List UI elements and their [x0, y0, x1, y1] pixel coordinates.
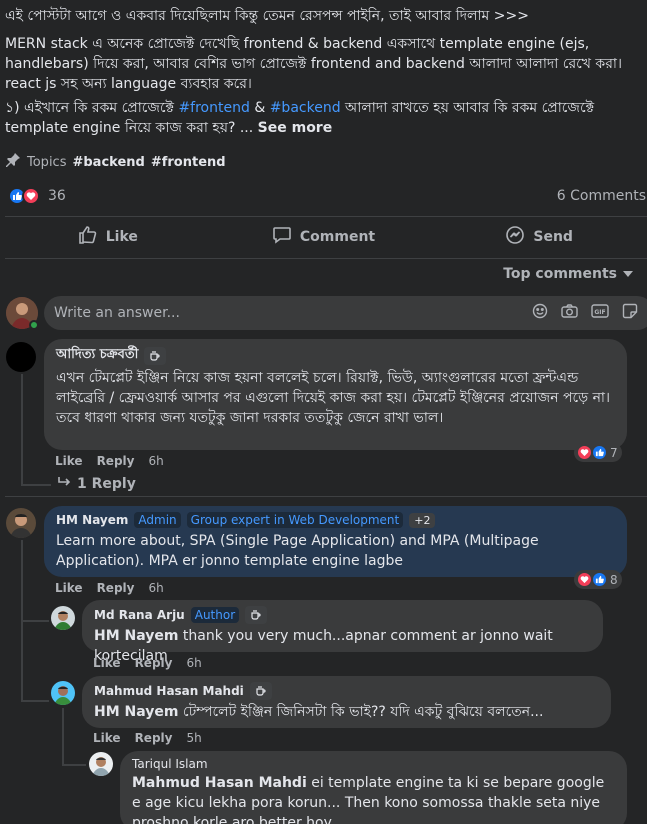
- reply-author[interactable]: Md Rana Arju: [94, 608, 185, 622]
- reply-text: Mahmud Hasan Mahdi ei template engine ta…: [132, 775, 605, 824]
- replier-avatar[interactable]: [51, 606, 75, 630]
- comment-like-link[interactable]: Like: [55, 454, 83, 468]
- comment-time[interactable]: 6h: [148, 454, 163, 468]
- comment-sort-dropdown[interactable]: Top comments: [503, 266, 633, 282]
- comment-reply-link[interactable]: Reply: [97, 581, 135, 595]
- comment-meta: Like Reply 6h: [55, 454, 164, 468]
- reply-like-link[interactable]: Like: [93, 656, 121, 670]
- replier-avatar[interactable]: [89, 752, 113, 776]
- love-reaction-icon: [22, 187, 40, 205]
- caret-down-icon: [623, 266, 633, 282]
- gif-icon[interactable]: GIF: [591, 303, 609, 323]
- divider: [5, 496, 647, 497]
- camera-icon[interactable]: [561, 303, 578, 323]
- more-badges[interactable]: +2: [409, 512, 436, 528]
- reply-author[interactable]: Tariqul Islam: [132, 757, 208, 771]
- like-button[interactable]: Like: [0, 217, 216, 257]
- online-status-dot: [29, 320, 39, 330]
- coffee-badge-icon: [245, 606, 268, 624]
- comment-author[interactable]: HM Nayem: [56, 513, 128, 527]
- comment-text: এখন টেমপ্লেট ইঞ্জিন নিয়ে কাজ হয়না বললে…: [56, 370, 610, 426]
- comment-bubble: আদিত্য চক্রবর্তী এখন টেমপ্লেট ইঞ্জিন নিয…: [44, 339, 627, 450]
- send-button[interactable]: Send: [431, 217, 647, 257]
- admin-badge[interactable]: Admin: [134, 512, 181, 528]
- comment-reply-link[interactable]: Reply: [97, 454, 135, 468]
- comment-author[interactable]: আদিত্য চক্রবর্তী: [56, 345, 138, 366]
- commenter-avatar[interactable]: [6, 508, 36, 538]
- mention-link[interactable]: HM Nayem: [94, 704, 178, 720]
- thread-connector: [21, 700, 49, 702]
- sticker-icon[interactable]: [622, 303, 638, 323]
- like-reaction-icon: [591, 444, 608, 461]
- reply-like-link[interactable]: Like: [93, 731, 121, 745]
- thread-connector: [62, 764, 86, 766]
- pin-icon: [5, 152, 21, 172]
- topics-row: Topics #backend #frontend: [5, 152, 226, 172]
- view-replies-link[interactable]: 1 Reply: [57, 476, 136, 492]
- reply-meta: Like Reply 5h: [93, 731, 202, 745]
- reply-time[interactable]: 5h: [186, 731, 201, 745]
- thread-line: [21, 374, 23, 486]
- thumbs-up-icon: [78, 225, 98, 249]
- post-paragraph-3: ১) এইখানে কি রকম প্রোজেক্টে #frontend & …: [5, 100, 595, 136]
- reply-reply-link[interactable]: Reply: [135, 656, 173, 670]
- like-reaction-icon: [591, 571, 608, 588]
- group-expert-badge[interactable]: Group expert in Web Development: [186, 512, 404, 528]
- thread-line: [62, 708, 64, 766]
- reply-bubble: Tariqul Islam Mahmud Hasan Mahdi ei temp…: [120, 751, 627, 824]
- comment-like-link[interactable]: Like: [55, 581, 83, 595]
- reply-meta: Like Reply 6h: [93, 656, 202, 670]
- comment-meta: Like Reply 6h: [55, 581, 164, 595]
- reactions-summary[interactable]: 36 6 Comments: [8, 184, 647, 208]
- thread-connector: [21, 484, 51, 486]
- post-line-1: এই পোস্টটা আগে ও একবার দিয়েছিলাম কিন্তু…: [5, 8, 529, 24]
- svg-text:GIF: GIF: [594, 309, 605, 316]
- topic-backend[interactable]: #backend: [72, 155, 144, 170]
- reply-text: HM Nayem টেম্পলেট ইঞ্জিন জিনিসটা কি ভাই?…: [94, 704, 544, 720]
- coffee-badge-icon: [249, 682, 272, 700]
- topic-frontend[interactable]: #frontend: [151, 155, 226, 170]
- comment-text: Learn more about, SPA (Single Page Appli…: [56, 533, 539, 569]
- comment-icon: [272, 225, 292, 249]
- reply-bubble: Mahmud Hasan Mahdi HM Nayem টেম্পলেট ইঞ্…: [82, 676, 611, 728]
- comment-reactions[interactable]: 7: [574, 443, 622, 462]
- commenter-avatar[interactable]: [6, 342, 36, 372]
- see-more-link[interactable]: See more: [258, 120, 333, 136]
- coffee-badge-icon: [144, 346, 167, 365]
- hashtag-backend[interactable]: #backend: [270, 100, 341, 116]
- emoji-icon[interactable]: [532, 303, 548, 323]
- comments-count[interactable]: 6 Comments: [557, 188, 646, 204]
- post-actions: Like Comment Send: [0, 217, 647, 257]
- reply-arrow-icon: [57, 476, 71, 492]
- reply-author[interactable]: Mahmud Hasan Mahdi: [94, 684, 244, 698]
- mention-link[interactable]: HM Nayem: [94, 628, 178, 644]
- comment-reactions[interactable]: 8: [574, 570, 622, 589]
- comment-bubble: HM Nayem Admin Group expert in Web Devel…: [44, 506, 627, 577]
- comment-reaction-count: 7: [610, 445, 618, 460]
- hashtag-frontend[interactable]: #frontend: [178, 100, 249, 116]
- replier-avatar[interactable]: [51, 681, 75, 705]
- messenger-icon: [505, 225, 525, 249]
- reaction-count: 36: [48, 188, 66, 204]
- post-paragraph-2: MERN stack এ অনেক প্রোজেক্ট দেখেছি front…: [5, 36, 622, 92]
- comment-button[interactable]: Comment: [216, 217, 432, 257]
- reply-time[interactable]: 6h: [186, 656, 201, 670]
- answer-placeholder: Write an answer...: [54, 305, 180, 321]
- author-badge[interactable]: Author: [190, 607, 240, 623]
- divider: [5, 258, 647, 259]
- topics-label: Topics: [27, 154, 67, 170]
- mention-link[interactable]: Mahmud Hasan Mahdi: [132, 775, 307, 791]
- reply-reply-link[interactable]: Reply: [135, 731, 173, 745]
- comment-reaction-count: 8: [610, 572, 618, 587]
- thread-connector: [21, 620, 49, 622]
- reply-bubble: Md Rana Arju Author HM Nayem thank you v…: [82, 600, 603, 664]
- answer-input[interactable]: Write an answer... GIF: [44, 296, 647, 330]
- comment-time[interactable]: 6h: [148, 581, 163, 595]
